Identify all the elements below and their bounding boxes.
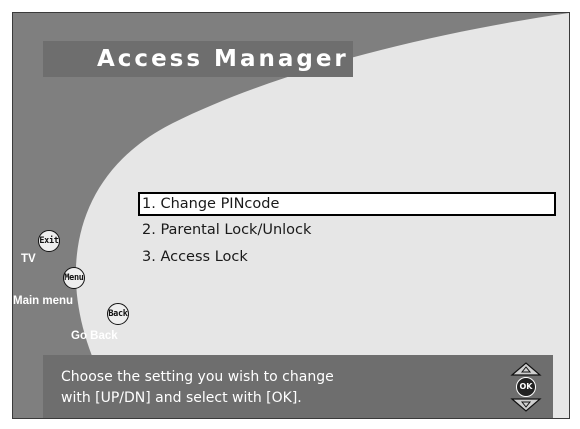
back-key-label: Go Back (71, 330, 118, 342)
access-menu: 1. Change PINcode 2. Parental Lock/Unloc… (138, 192, 556, 273)
nav-keys: OK (509, 361, 543, 413)
ok-key-icon[interactable]: OK (516, 377, 536, 397)
back-key-icon[interactable]: Back (107, 303, 129, 325)
tv-screen: Access Manager 1. Change PINcode 2. Pare… (12, 12, 570, 419)
menu-item-access-lock[interactable]: 3. Access Lock (138, 246, 556, 270)
menu-item-parental-lock[interactable]: 2. Parental Lock/Unlock (138, 219, 556, 243)
instruction-text: Choose the setting you wish to change wi… (61, 367, 334, 409)
instruction-line-2: with [UP/DN] and select with [OK]. (61, 390, 302, 406)
menu-item-change-pincode[interactable]: 1. Change PINcode (138, 192, 556, 216)
menu-key-icon[interactable]: Menu (63, 267, 85, 289)
exit-key-label: TV (21, 253, 36, 265)
menu-key-label: Main menu (13, 295, 74, 307)
page-title: Access Manager (97, 46, 349, 72)
instruction-bar: Choose the setting you wish to change wi… (43, 355, 553, 418)
down-arrow-icon[interactable] (510, 397, 542, 413)
up-arrow-icon[interactable] (510, 361, 542, 377)
instruction-line-1: Choose the setting you wish to change (61, 369, 334, 385)
exit-key-icon[interactable]: Exit (38, 230, 60, 252)
title-bar: Access Manager (43, 41, 353, 77)
